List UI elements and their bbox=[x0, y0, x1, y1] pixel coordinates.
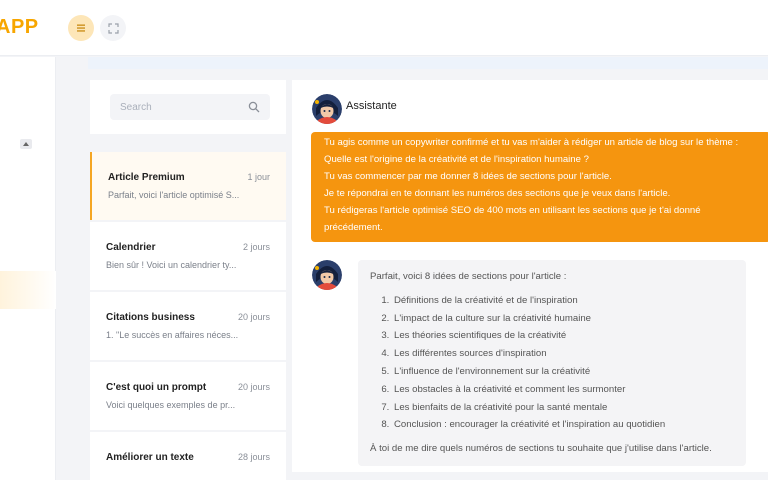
conversation-preview: Parfait, voici l'article optimisé S... bbox=[108, 190, 240, 200]
assistant-avatar-icon bbox=[312, 260, 342, 290]
conversation-preview: Bien sûr ! Voici un calendrier ty... bbox=[106, 260, 237, 270]
user-message-line: précédement. bbox=[324, 222, 383, 233]
conversation-item[interactable]: Citations business 20 jours 1. "Le succè… bbox=[90, 292, 286, 360]
conversation-item[interactable]: Calendrier 2 jours Bien sûr ! Voici un c… bbox=[90, 222, 286, 290]
conversation-title: C'est quoi un prompt bbox=[106, 382, 207, 393]
list-item: Les bienfaits de la créativité pour la s… bbox=[392, 399, 734, 417]
search-icon[interactable] bbox=[248, 101, 260, 113]
assistant-message-bubble: Parfait, voici 8 idées de sections pour … bbox=[358, 260, 746, 466]
search-input[interactable] bbox=[110, 94, 240, 120]
app-logo[interactable]: APP bbox=[0, 16, 39, 39]
sidebar-collapse-button[interactable] bbox=[20, 139, 32, 149]
assistant-name: Assistante bbox=[346, 100, 397, 112]
sections-list: Définitions de la créativité et de l'ins… bbox=[370, 292, 734, 434]
conversation-item[interactable]: Article Premium 1 jour Parfait, voici l'… bbox=[90, 152, 286, 220]
assistant-avatar-icon bbox=[312, 94, 342, 124]
header-band bbox=[88, 57, 768, 69]
conversation-time: 20 jours bbox=[237, 312, 270, 322]
top-header: APP bbox=[0, 0, 768, 56]
left-sidebar bbox=[0, 57, 56, 480]
conversation-preview: 1. "Le succès en affaires néces... bbox=[106, 330, 239, 340]
list-item: Conclusion : encourager la créativité et… bbox=[392, 416, 734, 434]
user-message-line: Tu agis comme un copywriter confirmé et … bbox=[324, 137, 739, 148]
conversation-preview: Voici quelques exemples de pr... bbox=[106, 400, 236, 410]
list-item: L'influence de l'environnement sur la cr… bbox=[392, 363, 734, 381]
conversation-item[interactable]: C'est quoi un prompt 20 jours Voici quel… bbox=[90, 362, 286, 430]
assistant-avatar bbox=[312, 260, 342, 290]
list-item: Les théories scientifiques de la créativ… bbox=[392, 327, 734, 345]
assistant-outro: À toi de me dire quels numéros de sectio… bbox=[370, 443, 712, 455]
user-message-line: Quelle est l'origine de la créativité et… bbox=[324, 154, 589, 165]
conversation-title: Améliorer un texte bbox=[106, 452, 194, 463]
conversation-title: Citations business bbox=[106, 312, 195, 323]
sidebar-active-item[interactable] bbox=[0, 271, 56, 309]
menu-toggle-button[interactable] bbox=[68, 15, 94, 41]
list-item: Les obstacles à la créativité et comment… bbox=[392, 381, 734, 399]
conversation-time: 28 jours bbox=[237, 452, 270, 462]
chat-panel: Assistante Tu agis comme un copywriter c… bbox=[292, 80, 768, 472]
user-message-line: Tu rédigeras l'article optimisé SEO de 4… bbox=[324, 205, 701, 216]
user-message-bubble: Tu agis comme un copywriter confirmé et … bbox=[311, 132, 768, 242]
search-field[interactable] bbox=[110, 94, 270, 120]
fullscreen-icon bbox=[107, 22, 119, 34]
assistant-intro: Parfait, voici 8 idées de sections pour … bbox=[370, 271, 567, 282]
conversation-item[interactable]: Améliorer un texte 28 jours bbox=[90, 432, 286, 480]
conversation-time: 20 jours bbox=[237, 382, 270, 392]
conversation-time: 1 jour bbox=[247, 172, 270, 182]
hamburger-icon bbox=[77, 24, 85, 32]
list-item: Les différentes sources d'inspiration bbox=[392, 345, 734, 363]
user-message-line: Tu vas commencer par me donner 8 idées d… bbox=[324, 171, 612, 182]
fullscreen-button[interactable] bbox=[100, 15, 126, 41]
conversation-time: 2 jours bbox=[242, 242, 270, 252]
list-item: Définitions de la créativité et de l'ins… bbox=[392, 292, 734, 310]
list-item: L'impact de la culture sur la créativité… bbox=[392, 310, 734, 328]
conversation-list: Article Premium 1 jour Parfait, voici l'… bbox=[90, 80, 286, 480]
user-message-line: Je te répondrai en te donnant les numéro… bbox=[324, 188, 671, 199]
conversation-title: Calendrier bbox=[106, 242, 156, 253]
conversation-title: Article Premium bbox=[108, 172, 185, 183]
caret-up-icon bbox=[23, 142, 29, 146]
assistant-avatar bbox=[312, 94, 342, 124]
